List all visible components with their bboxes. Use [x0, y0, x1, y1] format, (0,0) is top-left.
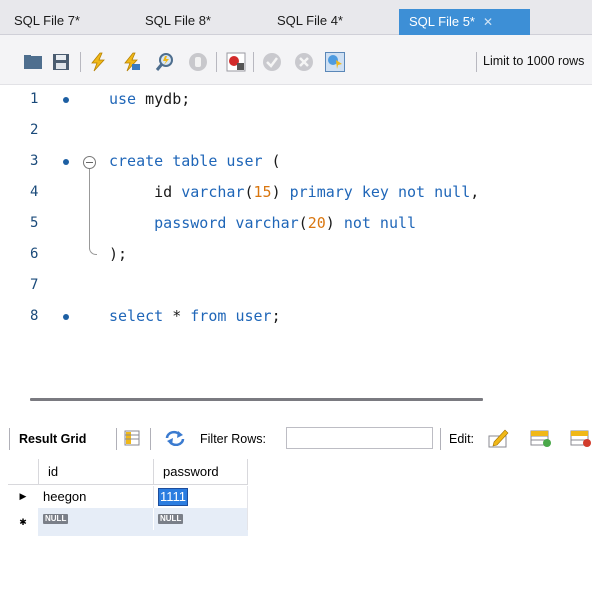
toolbar-separator: [476, 52, 477, 72]
statement-marker-icon: [63, 159, 69, 165]
result-toolbar: Result Grid Filter Rows: Edit:: [0, 425, 592, 455]
toolbar-separator: [216, 52, 217, 72]
toolbar-separator: [80, 52, 81, 72]
explain-icon[interactable]: [155, 52, 175, 72]
code-text: password varchar(20) not null: [154, 214, 417, 232]
add-row-icon[interactable]: [530, 428, 552, 448]
editor-line: 1 use mydb;: [0, 85, 592, 116]
grid-layout-icon[interactable]: [124, 430, 140, 446]
null-badge: NULL: [43, 514, 69, 524]
tab-sql-file-4[interactable]: SQL File 4*: [277, 8, 343, 34]
line-number: 8: [30, 308, 39, 324]
toggle-error-icon[interactable]: [226, 52, 246, 72]
refresh-icon[interactable]: [164, 430, 186, 446]
table-row[interactable]: ▶ heegon 1111: [8, 486, 248, 508]
tab-sql-file-8[interactable]: SQL File 8*: [145, 8, 211, 34]
line-number: 6: [30, 246, 39, 262]
code-text: select * from user;: [109, 307, 281, 325]
tab-label: SQL File 5*: [409, 14, 475, 29]
toolbar-separator: [253, 52, 254, 72]
autocommit-icon[interactable]: [325, 52, 345, 72]
line-number: 7: [30, 277, 39, 293]
editor-line: 8 select * from user;: [0, 302, 592, 333]
tab-sql-file-5[interactable]: SQL File 5* ✕: [399, 9, 530, 35]
sql-editor[interactable]: 1 use mydb; 2 3 create table user ( 4 id…: [0, 85, 592, 385]
line-number: 5: [30, 215, 39, 231]
limit-rows-select[interactable]: Limit to 1000 rows: [483, 54, 584, 68]
tab-label: SQL File 4*: [277, 13, 343, 28]
code-text: id varchar(15) primary key not null,: [109, 183, 480, 201]
fold-guide: [89, 169, 90, 249]
edit-row-icon[interactable]: [488, 428, 510, 448]
result-grid-tab[interactable]: Result Grid: [19, 432, 86, 446]
folder-open-icon[interactable]: [23, 52, 43, 72]
fold-collapse-icon[interactable]: [83, 156, 96, 169]
editor-line: 2: [0, 116, 592, 147]
stop-icon[interactable]: [188, 52, 208, 72]
statement-marker-icon: [63, 97, 69, 103]
filter-rows-label: Filter Rows:: [200, 432, 266, 446]
line-number: 1: [30, 91, 39, 107]
toolbar-separator: [116, 428, 117, 450]
new-row-indicator-icon: ✱: [8, 508, 38, 536]
line-number: 2: [30, 122, 39, 138]
line-number: 3: [30, 153, 39, 169]
commit-icon[interactable]: [262, 52, 282, 72]
cell-id[interactable]: heegon: [39, 486, 154, 508]
grid-corner-header: [8, 459, 39, 485]
line-number: 4: [30, 184, 39, 200]
column-header-id[interactable]: id: [39, 459, 154, 485]
toolbar-separator: [150, 428, 151, 450]
toolbar-separator: [440, 428, 441, 450]
tab-label: SQL File 7*: [14, 13, 80, 28]
save-icon[interactable]: [51, 52, 71, 72]
cell-id[interactable]: NULL: [39, 508, 154, 530]
editor-line: 7: [0, 271, 592, 302]
filter-rows-input[interactable]: [286, 427, 433, 449]
cell-password[interactable]: NULL: [154, 508, 248, 530]
tab-label: SQL File 8*: [145, 13, 211, 28]
table-row-new[interactable]: ✱ NULL NULL: [8, 508, 248, 536]
cell-password[interactable]: 1111: [154, 486, 248, 508]
delete-row-icon[interactable]: [570, 428, 592, 448]
code-text: );: [109, 245, 128, 263]
code-text: create table user (: [109, 152, 281, 170]
tab-sql-file-7[interactable]: SQL File 7*: [14, 8, 80, 34]
sql-editor-toolbar: Limit to 1000 rows: [0, 35, 592, 85]
panel-splitter[interactable]: [30, 398, 483, 401]
current-row-indicator-icon: ▶: [19, 491, 27, 501]
edit-label: Edit:: [449, 432, 475, 446]
execute-current-icon[interactable]: [121, 52, 141, 72]
close-icon[interactable]: ✕: [483, 15, 493, 29]
statement-marker-icon: [63, 314, 69, 320]
column-header-password[interactable]: password: [154, 459, 248, 485]
execute-icon[interactable]: [88, 52, 108, 72]
code-text: use mydb;: [109, 90, 191, 108]
rollback-icon[interactable]: [294, 52, 314, 72]
toolbar-separator: [9, 428, 10, 450]
null-badge: NULL: [158, 514, 184, 524]
editor-tab-bar: SQL File 7* SQL File 8* SQL File 4* SQL …: [0, 0, 592, 35]
selected-cell-value: 1111: [158, 488, 189, 506]
